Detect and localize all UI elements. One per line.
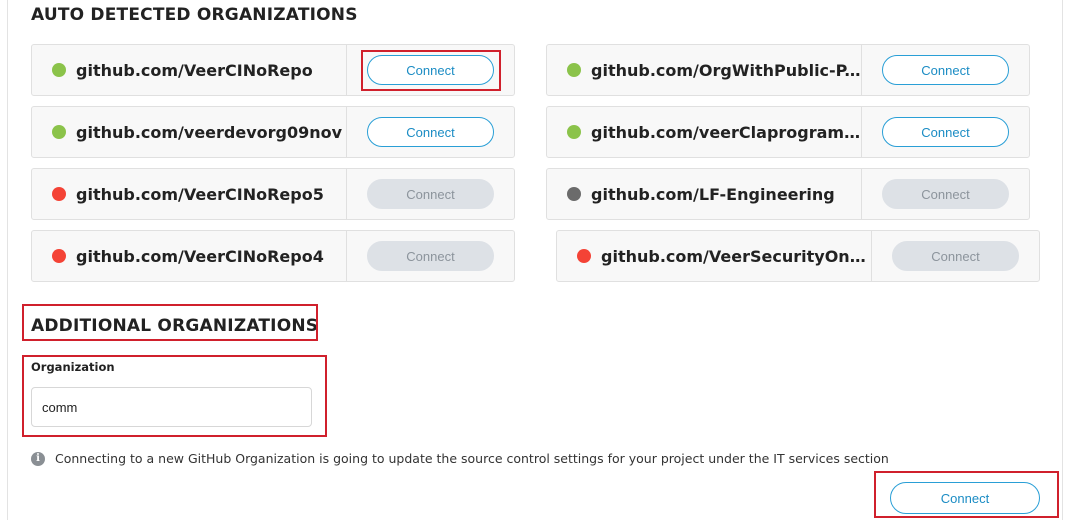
org-name: github.com/VeerCINoRepo4: [76, 246, 324, 266]
auto-detected-title: AUTO DETECTED ORGANIZATIONS: [31, 5, 358, 25]
status-dot: [52, 249, 66, 263]
info-icon: i: [31, 451, 45, 466]
org-name: github.com/VeerCINoRepo: [76, 60, 313, 80]
connect-button[interactable]: Connect: [367, 179, 494, 209]
org-card: github.com/VeerSecurityOnb... Connect: [556, 230, 1040, 282]
org-name: github.com/VeerSecurityOnb...: [601, 246, 871, 266]
info-message: i Connecting to a new GitHub Organizatio…: [31, 451, 889, 466]
org-name-area: github.com/OrgWithPublic-P...: [547, 45, 862, 95]
org-name: github.com/VeerCINoRepo5: [76, 184, 324, 204]
org-card: github.com/veerdevorg09nov Connect: [31, 106, 515, 158]
org-name-area: github.com/veerClaprogram...: [547, 107, 862, 157]
organization-field-label: Organization: [31, 360, 115, 374]
org-card: github.com/VeerCINoRepo4 Connect: [31, 230, 515, 282]
connect-button-area: Connect: [862, 45, 1029, 95]
status-dot: [567, 187, 581, 201]
org-name-area: github.com/VeerCINoRepo4: [32, 231, 347, 281]
org-name: github.com/LF-Engineering: [591, 184, 835, 204]
org-card: github.com/veerClaprogram... Connect: [546, 106, 1030, 158]
connect-button-area: Connect: [872, 231, 1039, 281]
connect-button[interactable]: Connect: [882, 55, 1009, 85]
status-dot: [52, 125, 66, 139]
connect-button-area: Connect: [347, 45, 514, 95]
org-name-area: github.com/LF-Engineering: [547, 169, 862, 219]
org-card: github.com/LF-Engineering Connect: [546, 168, 1030, 220]
org-name: github.com/veerClaprogram...: [591, 122, 861, 142]
status-dot: [567, 63, 581, 77]
connect-button[interactable]: Connect: [367, 55, 494, 85]
connect-button[interactable]: Connect: [882, 117, 1009, 147]
connect-button[interactable]: Connect: [367, 117, 494, 147]
connect-organization-button[interactable]: Connect: [890, 482, 1040, 514]
org-name-area: github.com/veerdevorg09nov: [32, 107, 347, 157]
connect-button[interactable]: Connect: [892, 241, 1019, 271]
org-name-area: github.com/VeerCINoRepo5: [32, 169, 347, 219]
connect-button-area: Connect: [347, 231, 514, 281]
status-dot: [577, 249, 591, 263]
org-name-area: github.com/VeerCINoRepo: [32, 45, 347, 95]
org-card: github.com/VeerCINoRepo5 Connect: [31, 168, 515, 220]
status-dot: [567, 125, 581, 139]
status-dot: [52, 63, 66, 77]
additional-organizations-title: ADDITIONAL ORGANIZATIONS: [31, 316, 319, 336]
status-dot: [52, 187, 66, 201]
connect-button[interactable]: Connect: [882, 179, 1009, 209]
org-name: github.com/OrgWithPublic-P...: [591, 60, 861, 80]
org-card: github.com/OrgWithPublic-P... Connect: [546, 44, 1030, 96]
org-name-area: github.com/VeerSecurityOnb...: [557, 231, 872, 281]
info-text: Connecting to a new GitHub Organization …: [55, 451, 889, 466]
connect-button-area: Connect: [862, 107, 1029, 157]
org-card: github.com/VeerCINoRepo Connect: [31, 44, 515, 96]
organization-input[interactable]: [31, 387, 312, 427]
connect-button-area: Connect: [347, 169, 514, 219]
connect-button-area: Connect: [347, 107, 514, 157]
org-name: github.com/veerdevorg09nov: [76, 122, 343, 142]
connect-button[interactable]: Connect: [367, 241, 494, 271]
connect-button-area: Connect: [862, 169, 1029, 219]
